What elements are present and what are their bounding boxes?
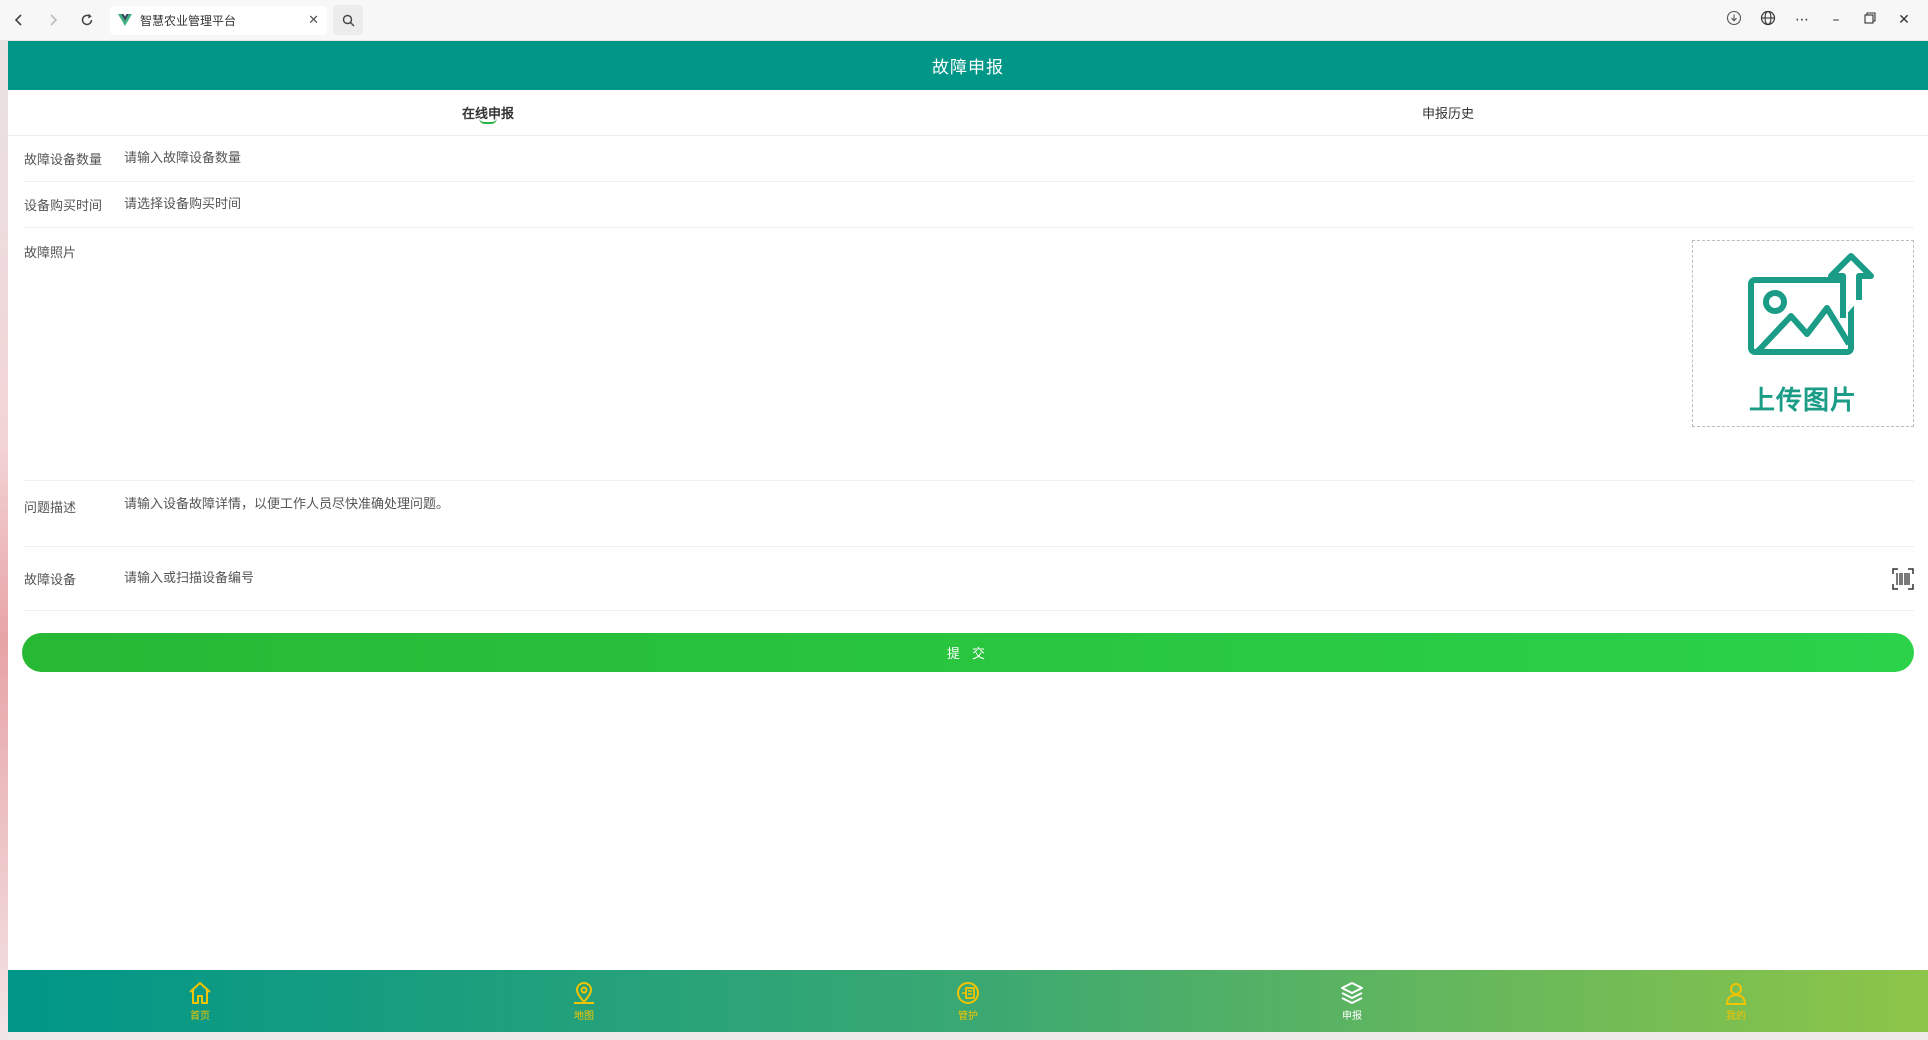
app-container: 故障申报 在线申报 申报历史 故障设备数量 设备购买时间 故障照片	[8, 41, 1928, 1040]
bottom-navigation: 首页 地图 管护 申报 我的	[8, 970, 1928, 1032]
nav-profile[interactable]: 我的	[1544, 970, 1928, 1032]
submit-button[interactable]: 提 交	[22, 633, 1914, 672]
nav-report[interactable]: 申报	[1160, 970, 1544, 1032]
report-form: 故障设备数量 设备购买时间 故障照片 上传图片 问题描述	[8, 136, 1928, 611]
upload-image-icon	[1748, 253, 1874, 355]
nav-maintenance[interactable]: 管护	[776, 970, 1160, 1032]
nav-home[interactable]: 首页	[8, 970, 392, 1032]
upload-image-button[interactable]: 上传图片	[1692, 240, 1914, 427]
home-icon	[189, 982, 211, 1004]
tab-report-history[interactable]: 申报历史	[968, 90, 1928, 135]
active-tab-indicator	[479, 118, 497, 124]
minimize-icon[interactable]: –	[1826, 12, 1846, 28]
browser-tab[interactable]: 智慧农业管理平台 ✕	[110, 5, 327, 35]
maintenance-icon	[957, 982, 979, 1004]
form-row-device: 故障设备	[24, 547, 1914, 611]
tab-bar: 在线申报 申报历史	[8, 90, 1928, 136]
device-label: 故障设备	[24, 573, 77, 588]
device-input[interactable]	[124, 571, 1892, 586]
vue-logo-icon	[118, 14, 132, 26]
upload-image-label: 上传图片	[1748, 386, 1857, 416]
bottom-desktop-strip	[8, 1032, 1928, 1040]
page-title: 故障申报	[8, 41, 1928, 90]
more-icon[interactable]: ⋯	[1792, 12, 1812, 28]
tab-close-icon[interactable]: ✕	[308, 13, 319, 28]
purchase-time-label: 设备购买时间	[24, 199, 103, 214]
desktop-background-strip	[0, 41, 8, 1040]
nav-home-label: 首页	[190, 1011, 210, 1022]
nav-profile-label: 我的	[1726, 1011, 1746, 1022]
count-label: 故障设备数量	[24, 153, 103, 168]
nav-map-label: 地图	[574, 1011, 594, 1022]
form-row-description: 问题描述	[24, 481, 1914, 547]
count-input[interactable]	[124, 151, 1914, 166]
close-window-icon[interactable]: ✕	[1894, 12, 1914, 28]
photo-label: 故障照片	[24, 246, 77, 261]
forward-icon	[50, 14, 58, 26]
form-row-purchase-time: 设备购买时间	[24, 182, 1914, 228]
tab-report-history-label: 申报历史	[1421, 107, 1474, 122]
back-button[interactable]	[4, 5, 34, 35]
purchase-time-input[interactable]	[124, 197, 1914, 212]
tab-search-button[interactable]	[333, 5, 363, 35]
description-label: 问题描述	[24, 501, 77, 516]
tab-online-report[interactable]: 在线申报	[8, 90, 968, 135]
barcode-scan-icon[interactable]	[1892, 567, 1914, 590]
reload-button[interactable]	[72, 5, 102, 35]
tab-title: 智慧农业管理平台	[140, 13, 237, 28]
nav-maintenance-label: 管护	[958, 1011, 978, 1022]
description-input[interactable]	[124, 497, 1914, 512]
download-icon[interactable]	[1724, 10, 1744, 30]
reload-icon	[81, 13, 93, 26]
user-icon	[1725, 983, 1747, 1005]
nav-report-label: 申报	[1342, 1011, 1362, 1022]
form-row-photo: 故障照片 上传图片	[24, 228, 1914, 481]
browser-toolbar: 智慧农业管理平台 ✕ ⋯ – ✕	[0, 0, 1928, 41]
globe-icon[interactable]	[1758, 10, 1778, 30]
search-icon	[342, 14, 354, 26]
form-row-count: 故障设备数量	[24, 136, 1914, 182]
nav-map[interactable]: 地图	[392, 970, 776, 1032]
map-pin-icon	[574, 982, 594, 1004]
restore-icon[interactable]	[1860, 12, 1880, 28]
back-icon	[14, 14, 22, 26]
layers-icon	[1341, 982, 1363, 1004]
forward-button[interactable]	[38, 5, 68, 35]
